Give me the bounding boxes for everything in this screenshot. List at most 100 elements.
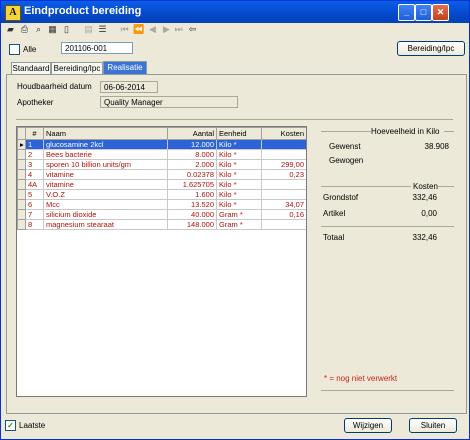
cell-naam[interactable]: V.O.Z (43, 189, 168, 200)
cell-kosten[interactable]: 299,00 (261, 159, 306, 170)
last-record-icon[interactable]: ⏭ (173, 24, 184, 35)
table-row[interactable]: 3 sporen 10 billion units/gm 2.000 Kilo … (17, 159, 306, 170)
maximize-button[interactable]: □ (415, 4, 432, 21)
tab-standaard[interactable]: Standaard (11, 62, 51, 74)
divider (321, 226, 454, 227)
column-header-aantal[interactable]: Aantal (167, 127, 217, 140)
cell-num[interactable]: 4A (25, 179, 44, 190)
bereiding-id-input[interactable]: 201106-001 (61, 42, 133, 54)
gewenst-label: Gewenst (329, 142, 361, 151)
column-header-kosten[interactable]: Kosten (261, 127, 306, 140)
cell-kosten[interactable] (261, 179, 306, 190)
title-bar[interactable]: A Eindproduct bereiding _ □ ✕ (1, 1, 469, 23)
cell-num[interactable]: 8 (25, 219, 44, 230)
cell-aantal[interactable]: 1.625705 (167, 179, 217, 190)
tab-realisatie[interactable]: Realisatie (103, 61, 147, 74)
cell-num[interactable]: 6 (25, 199, 44, 210)
cell-aantal[interactable]: 8.000 (167, 149, 217, 160)
cell-aantal[interactable]: 148.000 (167, 219, 217, 230)
cell-aantal[interactable]: 1.600 (167, 189, 217, 200)
cell-eenheid[interactable]: Kilo * (216, 149, 262, 160)
cell-eenheid[interactable]: Kilo * (216, 179, 262, 190)
cell-num[interactable]: 5 (25, 189, 44, 200)
table-row[interactable]: 5 V.O.Z 1.600 Kilo * (17, 189, 306, 200)
close-button[interactable]: ✕ (432, 4, 449, 21)
divider (321, 186, 411, 187)
previous-record-icon[interactable]: ◀ (147, 24, 158, 35)
first-record-icon[interactable]: ⏮ (119, 24, 130, 35)
table-row[interactable]: 4 vitamine 0.02378 Kilo * 0,23 (17, 169, 306, 180)
table-row[interactable]: 8 magnesium stearaat 148.000 Gram * (17, 219, 306, 230)
cell-eenheid[interactable]: Kilo * (216, 159, 262, 170)
cell-naam[interactable]: vitamine (43, 179, 168, 190)
cell-aantal[interactable]: 2.000 (167, 159, 217, 170)
row-indicator (17, 149, 26, 160)
footer: ✓ Laatste Wijzigen Sluiten (1, 413, 469, 439)
cell-naam[interactable]: Mcc (43, 199, 168, 210)
previous-page-icon[interactable]: ⏪ (133, 24, 144, 35)
cell-aantal[interactable]: 40.000 (167, 209, 217, 220)
cell-kosten[interactable] (261, 219, 306, 230)
cell-aantal[interactable]: 0.02378 (167, 169, 217, 180)
new-record-icon[interactable]: ▤ (83, 24, 94, 35)
next-record-icon[interactable]: ▶ (161, 24, 172, 35)
cell-naam[interactable]: glucosamine 2kcl (43, 139, 168, 150)
row-indicator-header (17, 127, 26, 140)
ingredient-table[interactable]: # Naam Aantal Eenheid Kosten ▸ 1 glucosa… (16, 126, 307, 397)
cell-eenheid[interactable]: Gram * (216, 219, 262, 230)
cell-aantal[interactable]: 13.520 (167, 199, 217, 210)
minimize-button[interactable]: _ (398, 4, 415, 21)
cell-aantal[interactable]: 12.000 (167, 139, 217, 150)
cell-kosten[interactable] (261, 149, 306, 160)
table-row[interactable]: 7 silicium dioxide 40.000 Gram * 0,16 (17, 209, 306, 220)
cell-num[interactable]: 2 (25, 149, 44, 160)
row-indicator (17, 209, 26, 220)
open-folder-icon[interactable]: ▰ (5, 24, 16, 35)
cell-eenheid[interactable]: Gram * (216, 209, 262, 220)
sluiten-button[interactable]: Sluiten (409, 418, 457, 433)
cell-eenheid[interactable]: Kilo * (216, 199, 262, 210)
window-title: Eindproduct bereiding (24, 5, 142, 17)
cell-naam[interactable]: sporen 10 billion units/gm (43, 159, 168, 170)
cell-num[interactable]: 7 (25, 209, 44, 220)
grid-icon[interactable]: ▦ (47, 24, 58, 35)
column-header-naam[interactable]: Naam (43, 127, 168, 140)
print-icon[interactable]: ⎙ (19, 24, 30, 35)
cell-eenheid[interactable]: Kilo * (216, 189, 262, 200)
bereiding-ipc-button[interactable]: Bereiding/Ipc (397, 41, 465, 56)
cell-naam[interactable]: vitamine (43, 169, 168, 180)
hoeveelheid-header: Hoeveelheid in Kilo (371, 127, 440, 136)
apotheker-label: Apotheker (17, 98, 54, 107)
cell-naam[interactable]: silicium dioxide (43, 209, 168, 220)
cell-kosten[interactable]: 34,07 (261, 199, 306, 210)
cell-eenheid[interactable]: Kilo * (216, 139, 262, 150)
table-row[interactable]: 2 Bees bacterie 8.000 Kilo * (17, 149, 306, 160)
tab-bereiding-ipc[interactable]: Bereiding/Ipc (51, 62, 103, 74)
cell-naam[interactable]: magnesium stearaat (43, 219, 168, 230)
laatste-checkbox[interactable]: ✓ (5, 420, 16, 431)
cell-naam[interactable]: Bees bacterie (43, 149, 168, 160)
cell-kosten[interactable]: 0,16 (261, 209, 306, 220)
totaal-value: 332,46 (412, 233, 437, 242)
cell-num[interactable]: 4 (25, 169, 44, 180)
alle-label: Alle (23, 45, 37, 54)
wijzigen-button[interactable]: Wijzigen (344, 418, 392, 433)
column-header-eenheid[interactable]: Eenheid (216, 127, 262, 140)
cell-eenheid[interactable]: Kilo * (216, 169, 262, 180)
exit-icon[interactable]: ⇦ (187, 24, 198, 35)
row-indicator (17, 219, 26, 230)
search-icon[interactable]: ⌕ (33, 24, 44, 35)
cell-num[interactable]: 1 (25, 139, 44, 150)
table-row[interactable]: 6 Mcc 13.520 Kilo * 34,07 (17, 199, 306, 210)
delete-icon[interactable]: ▯ (61, 24, 72, 35)
alle-checkbox[interactable] (9, 44, 20, 55)
column-header-num[interactable]: # (25, 127, 44, 140)
table-row[interactable]: 4A vitamine 1.625705 Kilo * (17, 179, 306, 190)
cell-kosten[interactable] (261, 189, 306, 200)
list-icon[interactable]: ☰ (97, 24, 108, 35)
cell-kosten[interactable]: 0,23 (261, 169, 306, 180)
table-row[interactable]: ▸ 1 glucosamine 2kcl 12.000 Kilo * (17, 139, 306, 150)
cell-num[interactable]: 3 (25, 159, 44, 170)
divider (321, 131, 371, 132)
cell-kosten[interactable] (261, 139, 306, 150)
